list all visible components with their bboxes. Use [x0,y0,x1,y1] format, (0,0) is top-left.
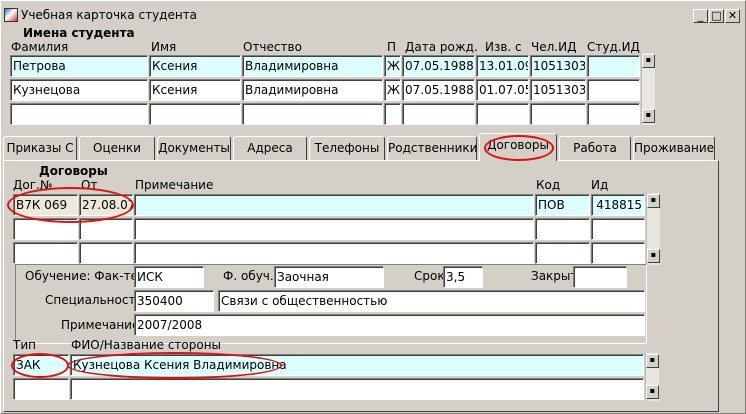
faculty-label: Обучение: Фак-тет [25,269,145,283]
col-chel-id: Чел.ИД [531,40,577,54]
faculty-field[interactable]: ИСК [134,266,204,288]
close-button[interactable]: ✕ [725,9,740,23]
party-name-field[interactable] [70,378,644,400]
birth-field[interactable] [402,103,475,125]
details-note-label: Примечание [61,318,140,332]
stud-id-field[interactable] [587,79,640,101]
sex-field[interactable]: Ж [384,79,401,101]
col-contract-id: Ид [591,178,609,192]
chel-id-field[interactable]: 1051303 [530,79,586,101]
tab-relatives[interactable]: Родственники [387,136,477,160]
col-contract-note: Примечание [135,178,214,192]
surname-field[interactable]: Петрова [10,55,148,77]
contracts-heading: Договоры [39,164,108,178]
birth-field[interactable]: 07.05.1988 [402,55,475,77]
contract-code-field[interactable] [535,218,590,240]
contract-code-field[interactable] [535,242,590,264]
speciality-label: Специальность [45,293,143,307]
scroll-down-icon[interactable]: ▪ [642,109,655,123]
app-icon [4,8,18,22]
stud-id-field[interactable] [587,55,640,77]
birth-field[interactable]: 07.05.1988 [402,79,475,101]
parties-scrollbar[interactable]: ▪ ▪ [645,353,659,401]
sex-field[interactable]: Ж [384,55,401,77]
study-form-field[interactable]: Заочная [274,266,384,288]
col-birth: Дата рожд. [405,40,478,54]
col-contract-code: Код [536,178,561,192]
contract-note-field[interactable] [134,218,534,240]
closed-field[interactable] [573,266,627,288]
contract-note-field[interactable] [134,242,534,264]
party-type-highlight [11,353,69,378]
tab-work[interactable]: Работа [559,136,631,160]
izv-field[interactable] [476,103,529,125]
window-title: Учебная карточка студента [21,8,198,22]
tab-prikazy[interactable]: Приказы С [3,136,77,160]
patronymic-field[interactable] [242,103,383,125]
izv-field[interactable]: 13.01.09 [476,55,529,77]
scroll-up-icon[interactable]: ▪ [642,54,655,68]
izv-field[interactable]: 01.07.05 [476,79,529,101]
party-name-highlight [67,352,282,379]
col-name: Имя [151,40,177,54]
contract-id-field[interactable] [591,242,645,264]
contract-id-field[interactable] [591,218,645,240]
patronymic-field[interactable]: Владимировна [242,79,383,101]
sex-field[interactable] [384,103,401,125]
term-label: Срок [414,269,445,283]
col-stud-id: Студ.ИД [587,40,640,54]
contract-highlight [7,187,134,223]
surname-field[interactable]: Кузнецова [10,79,148,101]
contract-note-field[interactable] [134,194,534,216]
party-type-field[interactable] [13,378,69,400]
maximize-button[interactable]: □ [709,9,724,23]
name-field[interactable]: Ксения [149,79,241,101]
col-surname: Фамилия [11,40,69,54]
contract-code-field[interactable]: ПОВ [535,194,590,216]
party-type-header: Тип [13,338,36,352]
speciality-code-field[interactable]: 350400 [134,290,214,312]
names-scrollbar[interactable]: ▪ ▪ [641,53,655,125]
chel-id-field[interactable] [530,103,586,125]
col-sex: П [387,40,397,54]
contract-num-field[interactable] [13,242,78,264]
closed-label: Закрыт [531,269,578,283]
scroll-down-icon[interactable]: ▪ [647,249,660,263]
scroll-down-icon[interactable]: ▪ [646,385,659,399]
student-card-window: Учебная карточка студента _ □ ✕ Имена ст… [0,0,746,414]
tab-highlight [484,135,554,161]
tab-housing[interactable]: Проживание [633,136,715,160]
title-bar: Учебная карточка студента _ □ ✕ [1,4,745,23]
contracts-scrollbar[interactable]: ▪ ▪ [646,193,660,265]
col-izv: Изв. с [485,40,522,54]
col-patronymic: Отчество [243,40,302,54]
tab-documents[interactable]: Документы [157,136,231,160]
minimize-button[interactable]: _ [693,9,708,23]
tab-grades[interactable]: Оценки [79,136,155,160]
contract-from-field[interactable] [79,242,133,264]
details-note-field[interactable]: 2007/2008 [134,314,645,336]
patronymic-field[interactable]: Владимировна [242,55,383,77]
names-heading: Имена студента [23,26,135,40]
tab-addresses[interactable]: Адреса [233,136,307,160]
stud-id-field[interactable] [587,103,640,125]
name-field[interactable]: Ксения [149,55,241,77]
speciality-name-field[interactable]: Связи с общественностью [218,290,645,312]
name-field[interactable] [149,103,241,125]
surname-field[interactable] [10,103,148,125]
contract-id-field[interactable]: 418815 [591,194,645,216]
party-name-header: ФИО/Название стороны [71,338,222,352]
tab-phones[interactable]: Телефоны [309,136,385,160]
scroll-up-icon[interactable]: ▪ [646,354,659,368]
term-field[interactable]: 3,5 [443,266,483,288]
scroll-up-icon[interactable]: ▪ [647,194,660,208]
chel-id-field[interactable]: 1051303 [530,55,586,77]
study-form-label: Ф. обуч. [223,269,274,283]
